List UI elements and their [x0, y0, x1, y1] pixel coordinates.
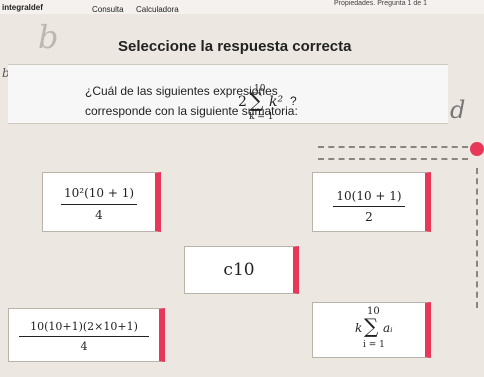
decorative-vertical-dashes: [476, 168, 478, 308]
option-e-term: aᵢ: [383, 321, 393, 335]
tab-calculadora[interactable]: Calculadora: [136, 5, 179, 14]
option-b-numerator: 10(10 + 1): [336, 189, 402, 203]
option-a-fraction-bar: [61, 204, 137, 206]
question-progress: Propiedades. Pregunta 1 de 1: [334, 0, 428, 7]
question-mark: ?: [290, 94, 297, 108]
background-letter-d: d: [450, 96, 466, 124]
sum-lower-limit: k = 1: [249, 112, 274, 122]
decorative-dashes: [318, 146, 468, 160]
option-a-denominator: 4: [95, 208, 103, 222]
tab-consulta[interactable]: Consulta: [92, 5, 124, 14]
option-d-numerator: 10(10+1)(2×10+1): [30, 320, 138, 333]
option-a[interactable]: 10²(10 + 1) 4: [42, 172, 161, 232]
sigma-symbol: ∑: [249, 88, 264, 112]
option-d-fraction-bar: [19, 336, 149, 338]
option-b[interactable]: 10(10 + 1) 2: [312, 172, 431, 232]
option-c-text: c10: [223, 260, 255, 280]
decorative-dot: [470, 142, 484, 156]
option-c[interactable]: c10: [184, 246, 299, 294]
option-e-coefficient: k: [355, 321, 363, 335]
option-b-fraction-bar: [333, 206, 405, 208]
question-summation: 2 10 ∑ k² k = 1 ?: [238, 84, 304, 124]
background-letter-b: b: [38, 18, 59, 56]
option-a-numerator: 10²(10 + 1): [63, 186, 135, 200]
option-e-lower-limit: i = 1: [363, 340, 385, 350]
sum-coefficient: 2: [238, 94, 247, 110]
option-e[interactable]: 10 k ∑ aᵢ i = 1: [312, 302, 431, 358]
instruction-heading: Seleccione la respuesta correcta: [118, 38, 352, 55]
sum-term: k²: [269, 94, 284, 110]
option-b-denominator: 2: [365, 210, 373, 224]
option-d-denominator: 4: [80, 340, 88, 353]
sigma-symbol: ∑: [364, 314, 379, 338]
option-d[interactable]: 10(10+1)(2×10+1) 4: [8, 308, 165, 362]
top-bar: integraldef Consulta Calculadora Propied…: [0, 0, 484, 14]
app-title: integraldef: [2, 3, 43, 12]
